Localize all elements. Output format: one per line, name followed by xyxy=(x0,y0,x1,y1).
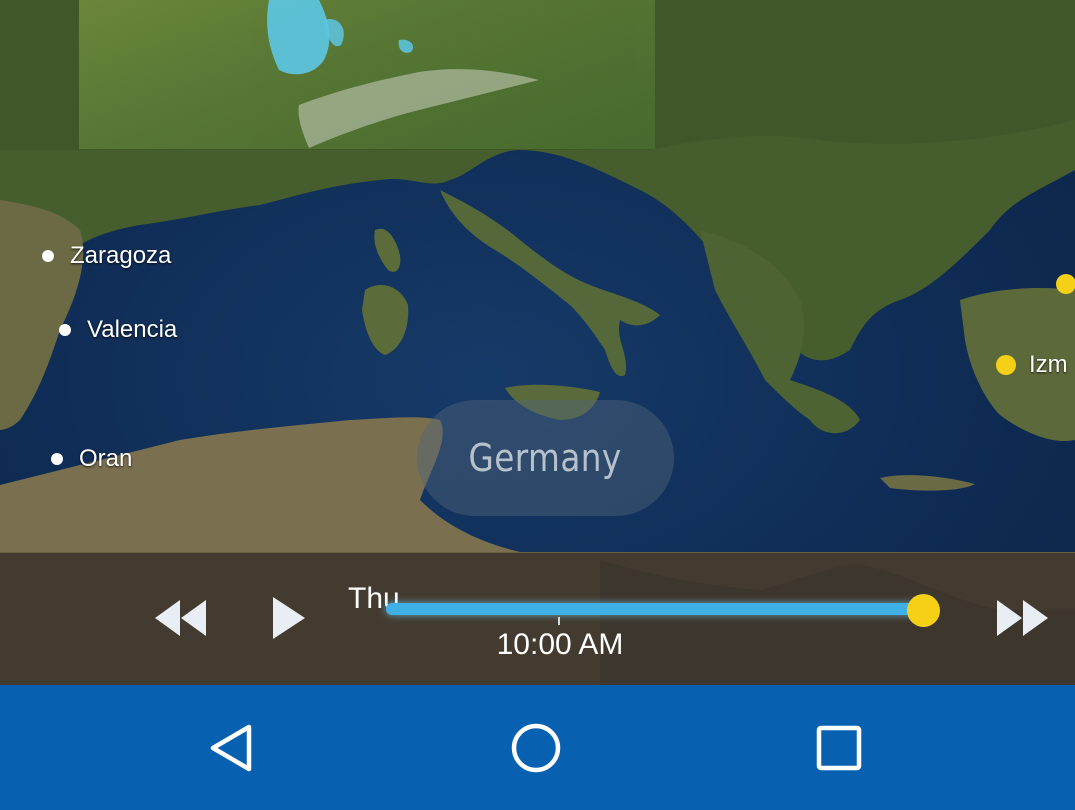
timeline-slider-thumb[interactable] xyxy=(907,594,940,627)
country-toast: Germany xyxy=(417,400,674,516)
city-marker[interactable]: Oran xyxy=(51,445,132,473)
country-label: Germany xyxy=(468,436,623,480)
timeline-slider-track[interactable] xyxy=(386,603,926,615)
fast-forward-button[interactable] xyxy=(992,595,1054,641)
recents-square-icon xyxy=(816,725,862,770)
city-marker[interactable] xyxy=(1056,274,1075,294)
city-name: Valencia xyxy=(87,316,178,343)
city-marker[interactable]: Valencia xyxy=(59,316,177,344)
system-navigation-bar xyxy=(0,685,1075,810)
city-name: Izm xyxy=(1029,351,1068,378)
city-name: Oran xyxy=(79,445,133,472)
recents-button[interactable] xyxy=(779,685,899,810)
rewind-icon xyxy=(155,600,206,636)
back-triangle-icon xyxy=(210,724,252,771)
city-dot xyxy=(996,355,1016,375)
home-circle-icon xyxy=(511,723,561,772)
city-marker[interactable]: Izm xyxy=(996,351,1068,379)
home-button[interactable] xyxy=(476,685,596,810)
timeline-tick xyxy=(558,617,560,625)
play-icon xyxy=(273,597,305,639)
fast-forward-icon xyxy=(997,600,1048,636)
city-marker[interactable]: Zaragoza xyxy=(42,242,171,270)
play-button[interactable] xyxy=(265,593,310,643)
radar-overlay-region xyxy=(79,0,655,149)
city-dot xyxy=(1056,274,1075,294)
rewind-button[interactable] xyxy=(150,595,212,641)
city-dot xyxy=(51,453,63,465)
city-dot xyxy=(42,250,54,262)
city-dot xyxy=(59,324,71,336)
back-button[interactable] xyxy=(172,685,292,810)
time-label: 10:00 AM xyxy=(496,628,624,661)
city-name: Zaragoza xyxy=(70,242,172,269)
